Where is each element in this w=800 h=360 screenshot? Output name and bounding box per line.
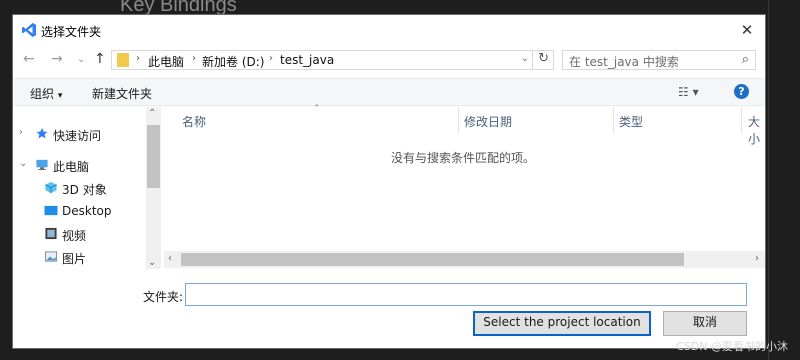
- tree-item-3d-objects[interactable]: 3D 对象: [13, 177, 145, 199]
- command-toolbar: 组织 ▾ 新建文件夹 ☷ ▾ ?: [13, 78, 765, 106]
- star-icon: [36, 127, 48, 139]
- tree-item-quick-access[interactable]: › 快速访问: [13, 123, 145, 145]
- view-options-icon[interactable]: ☷ ▾: [678, 85, 699, 99]
- chevron-right-icon[interactable]: ›: [19, 127, 23, 138]
- search-placeholder: 在 test_java 中搜索: [569, 55, 679, 69]
- scroll-up-icon[interactable]: ⌃: [148, 108, 156, 119]
- video-icon: [45, 227, 57, 240]
- breadcrumb-separator-icon[interactable]: ›: [136, 53, 140, 64]
- background-editor-strip: [765, 0, 800, 360]
- folder-name-input[interactable]: [185, 283, 747, 306]
- forward-arrow-icon[interactable]: →: [51, 51, 63, 67]
- watermark: CSDN @爱看书的小沐: [676, 340, 788, 353]
- search-box[interactable]: 在 test_java 中搜索 ⌕: [562, 50, 756, 70]
- tree-item-label: 视频: [62, 229, 87, 243]
- column-header-type[interactable]: 类型: [619, 113, 643, 130]
- tree-item-videos[interactable]: 视频: [13, 223, 145, 245]
- file-list-pane: ⌃ 名称 修改日期 类型 大小 没有与搜索条件匹配的项。 ‹ ›: [161, 104, 765, 269]
- dialog-title: 选择文件夹: [41, 25, 102, 39]
- scroll-down-icon[interactable]: ⌄: [148, 257, 156, 268]
- close-button[interactable]: ✕: [729, 15, 765, 45]
- column-header-size[interactable]: 大小: [748, 113, 765, 147]
- help-icon[interactable]: ?: [734, 84, 749, 99]
- recent-locations-icon[interactable]: ⌄: [77, 54, 85, 65]
- caret-down-icon: ▾: [57, 91, 63, 101]
- refresh-icon[interactable]: ↻: [538, 51, 549, 66]
- folder-name-label: 文件夹:: [143, 290, 184, 304]
- organize-menu[interactable]: 组织 ▾: [30, 85, 62, 102]
- navigation-pane: › 快速访问 ⌄ 此电脑 3D 对象 Desktop 视频 图片 ⌃ ⌄: [13, 107, 161, 269]
- organize-label: 组织: [30, 87, 55, 101]
- navigation-pane-scrollbar[interactable]: ⌃ ⌄: [146, 107, 161, 269]
- address-divider: [532, 51, 533, 69]
- new-folder-button[interactable]: 新建文件夹: [92, 85, 152, 102]
- scrollbar-thumb[interactable]: [181, 253, 684, 266]
- breadcrumb-test-java[interactable]: test_java: [280, 53, 334, 67]
- scroll-right-icon[interactable]: ›: [755, 253, 759, 264]
- breadcrumb-drive-d[interactable]: 新加卷 (D:): [202, 53, 264, 70]
- file-list-horizontal-scrollbar[interactable]: ‹ ›: [164, 251, 765, 268]
- column-divider[interactable]: [458, 107, 459, 133]
- address-bar[interactable]: › 此电脑 › 新加卷 (D:) › test_java ⌄ ↻: [111, 50, 554, 70]
- scroll-left-icon[interactable]: ‹: [168, 253, 172, 264]
- column-divider[interactable]: [613, 107, 614, 133]
- up-arrow-icon[interactable]: ↑: [94, 51, 106, 67]
- tree-item-pictures[interactable]: 图片: [13, 246, 145, 268]
- sort-ascending-icon: ⌃: [313, 104, 321, 114]
- address-dropdown-icon[interactable]: ⌄: [521, 53, 529, 64]
- tree-item-desktop[interactable]: Desktop: [13, 200, 145, 222]
- breadcrumb-separator-icon[interactable]: ›: [269, 53, 273, 64]
- select-folder-dialog: 选择文件夹 ✕ ← → ⌄ ↑ › 此电脑 › 新加卷 (D:) › test_…: [13, 15, 765, 348]
- scrollbar-thumb[interactable]: [147, 125, 160, 188]
- tree-item-label: 快速访问: [53, 129, 102, 143]
- column-divider[interactable]: [741, 107, 742, 133]
- search-icon[interactable]: ⌕: [742, 52, 749, 67]
- navigation-bar: ← → ⌄ ↑ › 此电脑 › 新加卷 (D:) › test_java ⌄ ↻…: [13, 45, 765, 75]
- breadcrumb-separator-icon[interactable]: ›: [192, 53, 196, 64]
- cube-icon: [45, 181, 57, 194]
- back-arrow-icon[interactable]: ←: [23, 51, 35, 67]
- cancel-button[interactable]: 取消: [663, 311, 747, 336]
- picture-icon: [44, 251, 58, 262]
- select-project-location-button[interactable]: Select the project location: [473, 311, 651, 336]
- tree-item-label: 此电脑: [53, 160, 90, 174]
- column-header-date-modified[interactable]: 修改日期: [464, 113, 512, 130]
- desktop-icon: [44, 205, 58, 216]
- vscode-icon: [22, 23, 36, 37]
- chevron-down-icon[interactable]: ⌄: [19, 158, 27, 169]
- dialog-titlebar: 选择文件夹 ✕: [13, 15, 765, 45]
- tree-item-this-pc[interactable]: ⌄ 此电脑: [13, 154, 145, 176]
- breadcrumb-this-pc[interactable]: 此电脑: [148, 53, 184, 70]
- folder-icon: [117, 53, 129, 67]
- column-header-name[interactable]: 名称: [182, 113, 206, 130]
- tree-item-label: Desktop: [62, 204, 112, 218]
- tree-item-label: 图片: [62, 252, 87, 266]
- computer-icon: [36, 159, 48, 171]
- empty-results-message: 没有与搜索条件匹配的项。: [390, 151, 535, 165]
- tree-item-label: 3D 对象: [62, 183, 107, 197]
